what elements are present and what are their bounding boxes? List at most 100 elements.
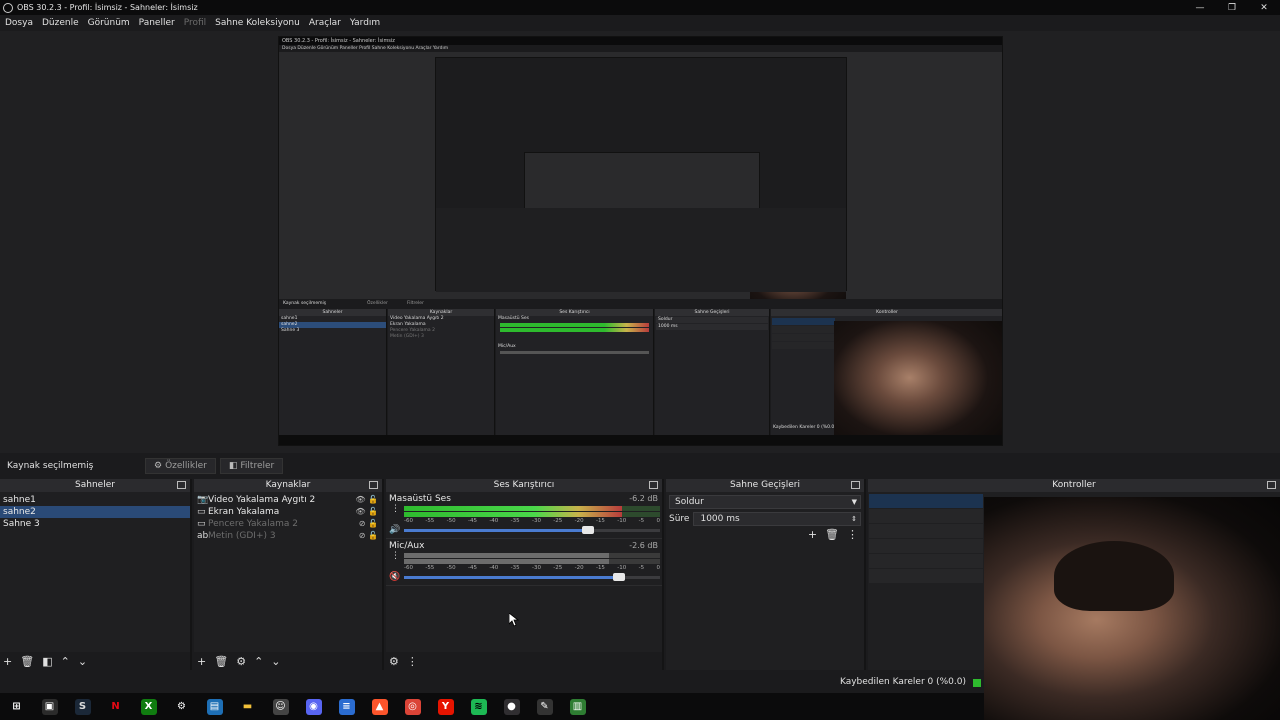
chevron-up-icon[interactable]: ⌃ [61,655,70,668]
folder-icon[interactable]: ▬ [231,693,264,720]
menu-file[interactable]: Dosya [5,18,33,28]
control-button-slot[interactable] [869,569,983,583]
db-tick-label: -10 [617,518,627,524]
sources-dock: Kaynaklar 📷Video Yakalama Aygıtı 2 👁 🔓 ▭… [194,479,384,670]
trash-icon[interactable]: 🗑 [825,528,839,541]
preview-area[interactable]: OBS 30.2.3 - Profil: İsimsiz - Sahneler:… [0,31,1280,453]
netflix-icon[interactable]: N [99,693,132,720]
chevron-up-icon[interactable]: ⌃ [254,655,263,668]
tool-icon[interactable]: ✎ [528,693,561,720]
eye-off-lock-icons[interactable]: ⊘ 🔓 [359,530,378,542]
duration-input[interactable]: 1000 ms ⇕ [693,512,861,526]
add-icon[interactable]: + [197,655,206,668]
yandex-icon[interactable]: Y [429,693,462,720]
kebab-menu-icon[interactable]: ⋮ [847,528,858,541]
undock-icon[interactable] [369,481,378,489]
control-button-slot[interactable] [869,509,983,523]
brave-icon[interactable]: ▲ [363,693,396,720]
scene-item-selected[interactable]: sahne2 [0,506,190,518]
control-button-slot[interactable] [869,539,983,553]
source-item[interactable]: 📷Video Yakalama Aygıtı 2 👁 🔓 [194,494,382,506]
trash-icon[interactable]: 🗑 [20,655,34,668]
spotify-icon[interactable]: ≋ [462,693,495,720]
settings-icon[interactable]: ⚙ [165,693,198,720]
filters-button[interactable]: ◧ Filtreler [219,458,284,474]
discord-icon[interactable]: ◉ [297,693,330,720]
chevron-down-icon[interactable]: ⌄ [271,655,280,668]
db-tick-label: -55 [425,518,435,524]
nested-mixer-head: Ses Karıştırıcı [496,309,653,316]
nested-meter-3 [500,351,649,354]
menu-docks[interactable]: Paneller [139,18,175,28]
volume-slider[interactable] [404,573,660,581]
scene-item[interactable]: sahne1 [0,494,190,506]
obs-icon[interactable]: ● [495,693,528,720]
eye-off-lock-icons[interactable]: ⊘ 🔓 [359,518,378,530]
windows-start-icon[interactable]: ⊞ [0,693,33,720]
chevron-down-icon[interactable]: ⌄ [78,655,87,668]
menu-profile[interactable]: Profil [184,18,206,28]
nested-trans-head: Sahne Geçişleri [655,309,769,316]
xbox-icon[interactable]: X [132,693,165,720]
finder-icon[interactable]: ☺ [264,693,297,720]
db-tick-label: -55 [425,565,435,571]
volume-slider[interactable] [404,526,660,534]
photos-icon[interactable]: ▤ [198,693,231,720]
transition-select[interactable]: Soldur ▼ [669,495,861,509]
properties-button[interactable]: ⚙ Özellikler [145,458,216,474]
undock-icon[interactable] [177,481,186,489]
menu-tools[interactable]: Araçlar [309,18,341,28]
app-icon[interactable]: ▥ [561,693,594,720]
meter-fill-1b [404,559,609,564]
scene-item[interactable]: Sahne 3 [0,518,190,530]
menu-scene-collection[interactable]: Sahne Koleksiyonu [215,18,300,28]
volume-handle-0[interactable] [582,526,595,534]
undock-icon[interactable] [1267,481,1276,489]
kebab-menu-icon[interactable]: ⋮ [391,551,400,561]
camera-icon: 📷 [197,495,209,505]
source-item[interactable]: abMetin (GDI+) 3 ⊘ 🔓 [194,530,382,542]
add-icon[interactable]: + [808,528,817,541]
nested-mic: Mic/Aux [498,344,516,349]
eye-lock-icons[interactable]: 👁 🔓 [355,494,378,506]
control-button-slot[interactable] [869,494,983,508]
minimize-button[interactable]: — [1184,3,1216,13]
control-button-slot[interactable] [869,524,983,538]
control-button-slot[interactable] [869,554,983,568]
nested-scenes-panel: Sahneler sahne1 sahne2 Sahne 3 [279,309,387,435]
filter-icon[interactable]: ◧ [42,655,52,668]
muted-speaker-icon[interactable]: 🔇 [389,572,400,582]
menu-help[interactable]: Yardım [350,18,380,28]
undock-icon[interactable] [649,481,658,489]
volume-handle-1[interactable] [613,573,626,581]
db-tick-label: -15 [595,518,605,524]
menu-edit[interactable]: Düzenle [42,18,79,28]
preview-canvas[interactable]: OBS 30.2.3 - Profil: İsimsiz - Sahneler:… [278,36,1003,446]
eye-lock-icons[interactable]: 👁 🔓 [355,506,378,518]
menu-bar: Dosya Düzenle Görünüm Paneller Profil Sa… [0,15,1280,31]
transition-buttons: + 🗑 ⋮ [800,528,858,541]
db-tick-label: -35 [510,565,520,571]
audio-mixer-dock: Ses Karıştırıcı Masaüstü Ses -6.2 dB ⋮ -… [386,479,664,670]
undock-icon[interactable] [851,481,860,489]
kebab-menu-icon[interactable]: ⋮ [407,655,418,668]
menu-view[interactable]: Görünüm [88,18,130,28]
add-icon[interactable]: + [3,655,12,668]
nested-titlebar: OBS 30.2.3 - Profil: İsimsiz - Sahneler:… [279,37,1002,45]
notes-icon[interactable]: ≡ [330,693,363,720]
spinner-icon[interactable]: ⇕ [851,513,857,525]
speaker-icon[interactable]: 🔊 [389,525,400,535]
maximize-button[interactable]: ❐ [1216,3,1248,13]
gear-icon[interactable]: ⚙ [236,655,246,668]
netflix-icon-glyph: N [111,701,120,712]
close-button[interactable]: ✕ [1248,3,1280,13]
steam-icon[interactable]: S [66,693,99,720]
kebab-menu-icon[interactable]: ⋮ [391,504,400,514]
dropped-frames-label: Kaybedilen Kareler 0 (%0.0) [839,677,966,687]
gear-icon[interactable]: ⚙ [389,655,399,668]
source-item[interactable]: ▭ Pencere Yakalama 2 ⊘ 🔓 [194,518,382,530]
store-icon[interactable]: ▣ [33,693,66,720]
chrome-icon[interactable]: ◎ [396,693,429,720]
source-item[interactable]: ▭ Ekran Yakalama 👁 🔓 [194,506,382,518]
trash-icon[interactable]: 🗑 [214,655,228,668]
